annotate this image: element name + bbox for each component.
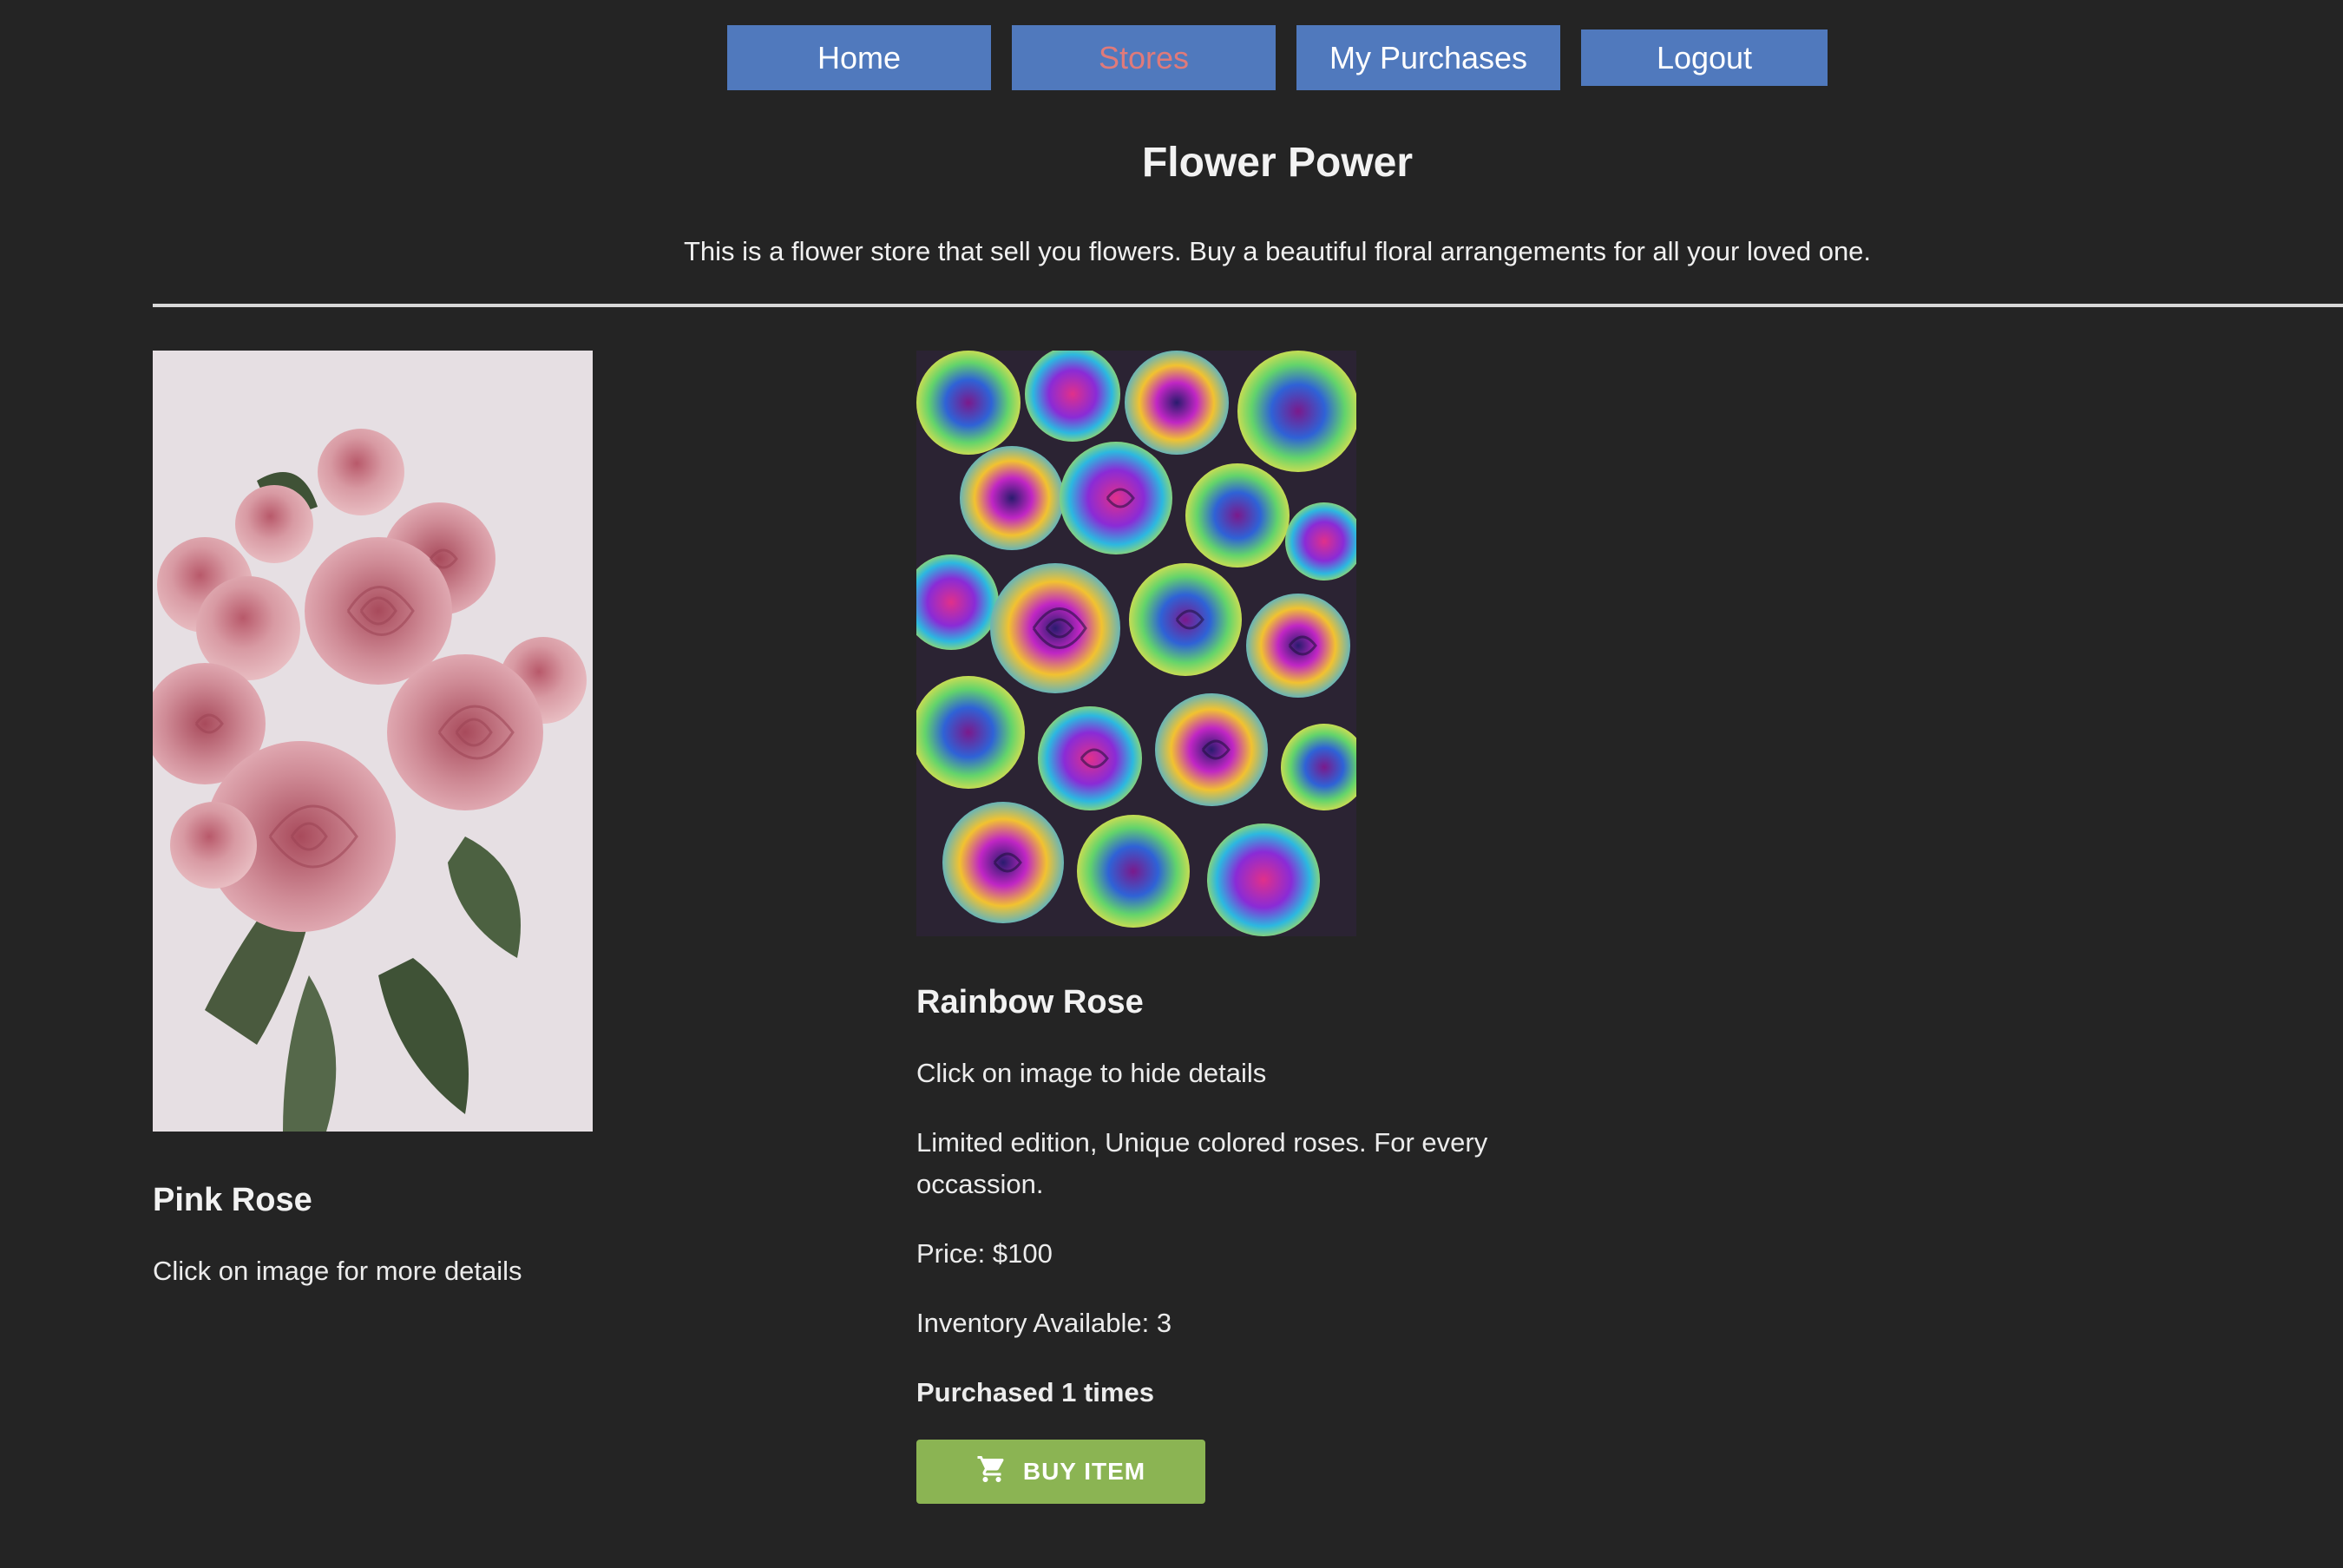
shopping-cart-icon bbox=[976, 1453, 1007, 1491]
nav-purchases-button[interactable]: My Purchases bbox=[1296, 25, 1560, 90]
divider bbox=[153, 304, 2343, 307]
buy-item-label: BUY ITEM bbox=[1022, 1458, 1146, 1485]
product-name: Rainbow Rose bbox=[916, 984, 1144, 1020]
top-nav: Home Stores My Purchases Logout bbox=[727, 25, 1828, 90]
pink-rose-image[interactable] bbox=[153, 351, 593, 1132]
product-hint: Click on image for more details bbox=[153, 1256, 522, 1286]
nav-home-button[interactable]: Home bbox=[727, 25, 991, 90]
store-description: This is a flower store that sell you flo… bbox=[683, 236, 1872, 266]
product-inventory: Inventory Available: 3 bbox=[916, 1308, 1172, 1338]
pink-rose-illustration bbox=[153, 351, 593, 1132]
nav-logout-button[interactable]: Logout bbox=[1581, 30, 1828, 86]
product-card-pink-rose: Pink Rose Click on image for more detail… bbox=[153, 351, 760, 1292]
product-description: Limited edition, Unique colored roses. F… bbox=[916, 1127, 1488, 1199]
nav-stores-button[interactable]: Stores bbox=[1012, 25, 1276, 90]
product-hint: Click on image to hide details bbox=[916, 1058, 1267, 1088]
product-card-rainbow-rose: Rainbow Rose Click on image to hide deta… bbox=[916, 351, 1576, 1504]
store-title: Flower Power bbox=[1141, 140, 1414, 186]
product-purchased-count: Purchased 1 times bbox=[916, 1377, 1154, 1407]
product-price: Price: $100 bbox=[916, 1238, 1053, 1269]
rainbow-rose-image[interactable] bbox=[916, 351, 1356, 936]
buy-item-button[interactable]: BUY ITEM bbox=[916, 1440, 1205, 1504]
rainbow-rose-illustration bbox=[916, 351, 1356, 936]
product-name: Pink Rose bbox=[153, 1182, 312, 1218]
